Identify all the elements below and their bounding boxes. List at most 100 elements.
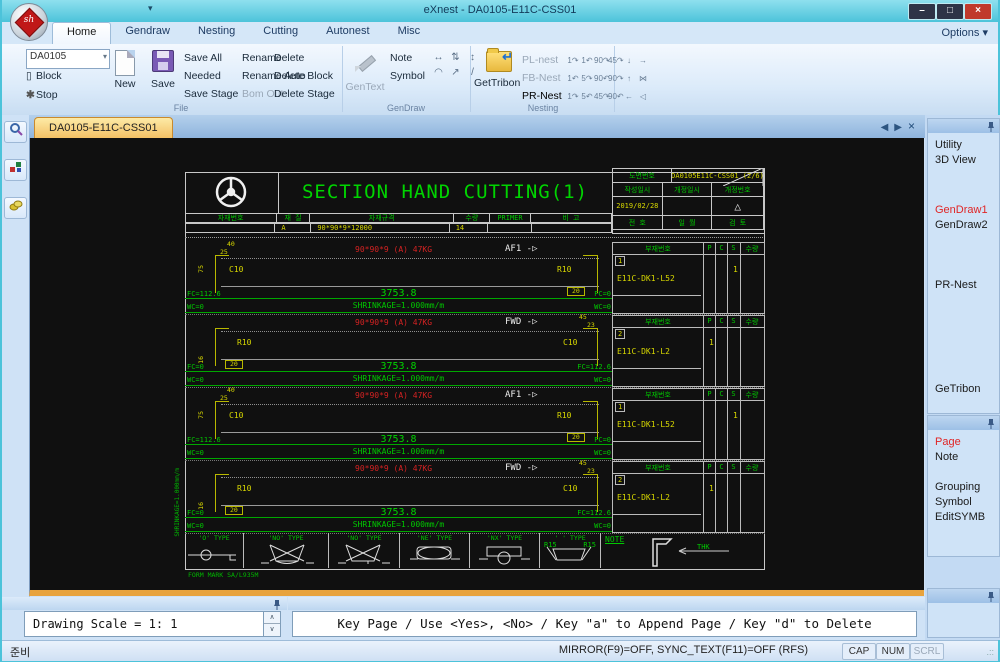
nesting-icon-1-1[interactable]: 5↷ bbox=[580, 74, 594, 83]
nesting-label-pr-nest[interactable]: PR-Nest bbox=[522, 90, 566, 102]
nesting-icon-1-4[interactable]: ↑ bbox=[622, 74, 636, 83]
sidebar-item-symbol[interactable]: Symbol bbox=[935, 496, 972, 508]
shrinkage-label: SHRINKAGE=1.000mm/m bbox=[352, 374, 445, 383]
nesting-icon-0-5[interactable]: → bbox=[636, 56, 650, 65]
nesting-icon-0-0[interactable]: 1↷ bbox=[566, 56, 580, 65]
sidebar-item-editsymb[interactable]: EditSYMB bbox=[935, 511, 985, 523]
stop-button[interactable]: ✱Stop bbox=[26, 89, 58, 101]
nesting-icon-2-5[interactable]: ◁ bbox=[636, 92, 650, 101]
right-end-top-line bbox=[583, 255, 597, 256]
sidebar-item-grouping[interactable]: Grouping bbox=[935, 481, 980, 493]
fc-right-label: FC=0 bbox=[594, 436, 611, 444]
block-combobox[interactable]: DA0105 ▾ bbox=[26, 49, 110, 69]
group-label-nesting: Nesting bbox=[527, 103, 559, 113]
ribbon-item-needed[interactable]: Needed bbox=[184, 67, 238, 85]
pencil-icon bbox=[354, 50, 378, 74]
pin-icon[interactable] bbox=[987, 121, 995, 132]
doc-tab[interactable]: DA0105-E11C-CSS01 bbox=[34, 117, 173, 139]
resize-grip[interactable]: .:: bbox=[986, 647, 994, 657]
parts-header-col-수량: 수량 bbox=[745, 318, 759, 326]
parts-header-col-P: P bbox=[707, 317, 712, 325]
sidebar-item-gendraw2[interactable]: GenDraw2 bbox=[935, 219, 988, 231]
gentext-button[interactable]: GenText bbox=[344, 48, 386, 96]
ribbon-tab-nesting[interactable]: Nesting bbox=[184, 22, 249, 44]
nesting-icon-0-2[interactable]: 90↷ bbox=[594, 56, 610, 65]
tab-close-icon[interactable]: × bbox=[908, 119, 915, 133]
ribbon-tab-misc[interactable]: Misc bbox=[384, 22, 435, 44]
tool-button-view[interactable] bbox=[4, 121, 27, 143]
chevron-down-icon[interactable]: ▾ bbox=[103, 52, 107, 61]
symbol-button[interactable]: Symbol bbox=[390, 70, 425, 82]
tab-prev-icon[interactable]: ◀ bbox=[881, 122, 889, 133]
parts-header-col-수량: 수량 bbox=[745, 464, 759, 472]
material-value-1: A bbox=[275, 223, 312, 233]
nesting-icon-0-4[interactable]: ↓ bbox=[622, 56, 636, 65]
ribbon-item-save-stage[interactable]: Save Stage bbox=[184, 85, 238, 103]
sidebar-item-note[interactable]: Note bbox=[935, 451, 958, 463]
nesting-icon-0-3[interactable]: 45↷ bbox=[608, 56, 624, 65]
ribbon-tab-autonest[interactable]: Autonest bbox=[312, 22, 383, 44]
minimize-button[interactable]: – bbox=[908, 3, 936, 20]
section-row-2: 90*90*9 (A) 47KG FWD -▷ 20 R10 16 C10 45 23 3753… bbox=[185, 314, 765, 388]
type-cell-2: 'NO' TYPE bbox=[244, 533, 329, 568]
scale-spinner: ∧ ∨ bbox=[263, 611, 281, 637]
part-badge: 1 bbox=[615, 256, 626, 266]
ribbon-item-save-all[interactable]: Save All bbox=[184, 49, 238, 67]
sidebar-item-page[interactable]: Page bbox=[935, 436, 961, 448]
gendraw-icon-0[interactable]: ↔ bbox=[430, 50, 447, 65]
nesting-icon-2-3[interactable]: 90↶ bbox=[608, 92, 624, 101]
sidebar-item-gendraw1[interactable]: GenDraw1 bbox=[935, 204, 988, 216]
ribbon-item-delete-block[interactable]: Delete Block bbox=[274, 67, 342, 85]
sidebar-item-pr-nest[interactable]: PR-Nest bbox=[935, 279, 977, 291]
sidebar-item-3d-view[interactable]: 3D View bbox=[935, 154, 976, 166]
sidebar-item-getribon[interactable]: GeTribon bbox=[935, 383, 980, 395]
part-col-line bbox=[727, 462, 728, 532]
status-ready: 준비 bbox=[10, 647, 31, 659]
new-button[interactable]: New bbox=[108, 48, 142, 90]
nesting-icon-0-1[interactable]: 1↶ bbox=[580, 56, 594, 65]
gendraw-icon-4[interactable]: ↗ bbox=[447, 65, 464, 80]
part-col-line bbox=[740, 462, 741, 532]
nesting-icon-1-3[interactable]: 90↷ bbox=[608, 74, 624, 83]
gettribon-button[interactable]: ↵ GetTribon bbox=[474, 48, 520, 89]
drawing-canvas[interactable]: SECTION HAND CUTTING(1) 도면번호 DA0105E11C-C… bbox=[29, 138, 924, 596]
spinner-down-icon[interactable]: ∨ bbox=[264, 623, 280, 635]
sidebar-item-utility[interactable]: Utility bbox=[935, 139, 962, 151]
ribbon-item-delete-stage[interactable]: Delete Stage bbox=[274, 85, 342, 103]
save-button[interactable]: Save bbox=[146, 48, 180, 90]
gendraw-icon-1[interactable]: ⇅ bbox=[447, 50, 464, 65]
app-logo-icon[interactable]: sh bbox=[10, 3, 48, 41]
ribbon-tab-gendraw[interactable]: Gendraw bbox=[111, 22, 184, 44]
nesting-icon-2-1[interactable]: 5↶ bbox=[580, 92, 594, 101]
nesting-icon-1-0[interactable]: 1↶ bbox=[566, 74, 580, 83]
nesting-icon-1-2[interactable]: 90↶ bbox=[594, 74, 610, 83]
material-header-3: 수량 bbox=[454, 213, 491, 223]
pin-icon[interactable] bbox=[987, 591, 995, 602]
nesting-icon-2-4[interactable]: ← bbox=[622, 92, 636, 101]
tab-next-icon[interactable]: ▶ bbox=[894, 122, 902, 133]
left-end-top-line bbox=[215, 328, 229, 329]
tool-button-layers[interactable] bbox=[4, 197, 27, 219]
block-button[interactable]: ▯ Block bbox=[26, 70, 62, 82]
pin-icon[interactable] bbox=[987, 418, 995, 429]
maximize-button[interactable]: □ bbox=[936, 3, 964, 20]
nesting-icon-2-2[interactable]: 45↷ bbox=[594, 92, 610, 101]
nesting-icon-1-5[interactable]: ⋈ bbox=[636, 74, 650, 83]
note-button[interactable]: Note bbox=[390, 52, 412, 64]
tool-button-parts[interactable] bbox=[4, 159, 27, 181]
scale-value[interactable]: Drawing Scale = 1: 1 bbox=[24, 611, 272, 637]
parts-header-col-S: S bbox=[731, 390, 736, 398]
options-button[interactable]: Options ▾ bbox=[942, 26, 989, 39]
nesting-icon-2-0[interactable]: 1↷ bbox=[566, 92, 580, 101]
row-divider-line bbox=[185, 385, 612, 386]
pin-icon[interactable] bbox=[273, 599, 281, 610]
ribbon-tab-home[interactable]: Home bbox=[52, 22, 112, 45]
part-col-line bbox=[727, 316, 728, 386]
gendraw-icon-3[interactable]: ◠ bbox=[430, 65, 447, 80]
close-button[interactable]: × bbox=[964, 3, 992, 20]
info-cell-0-1: DA0105E11C-CSS01 (2/6) bbox=[672, 169, 764, 182]
ribbon-tab-cutting[interactable]: Cutting bbox=[249, 22, 312, 44]
spinner-up-icon[interactable]: ∧ bbox=[264, 612, 280, 623]
ribbon-item-delete[interactable]: Delete bbox=[274, 49, 342, 67]
quick-access-caret-icon[interactable]: ▾ bbox=[148, 3, 153, 14]
